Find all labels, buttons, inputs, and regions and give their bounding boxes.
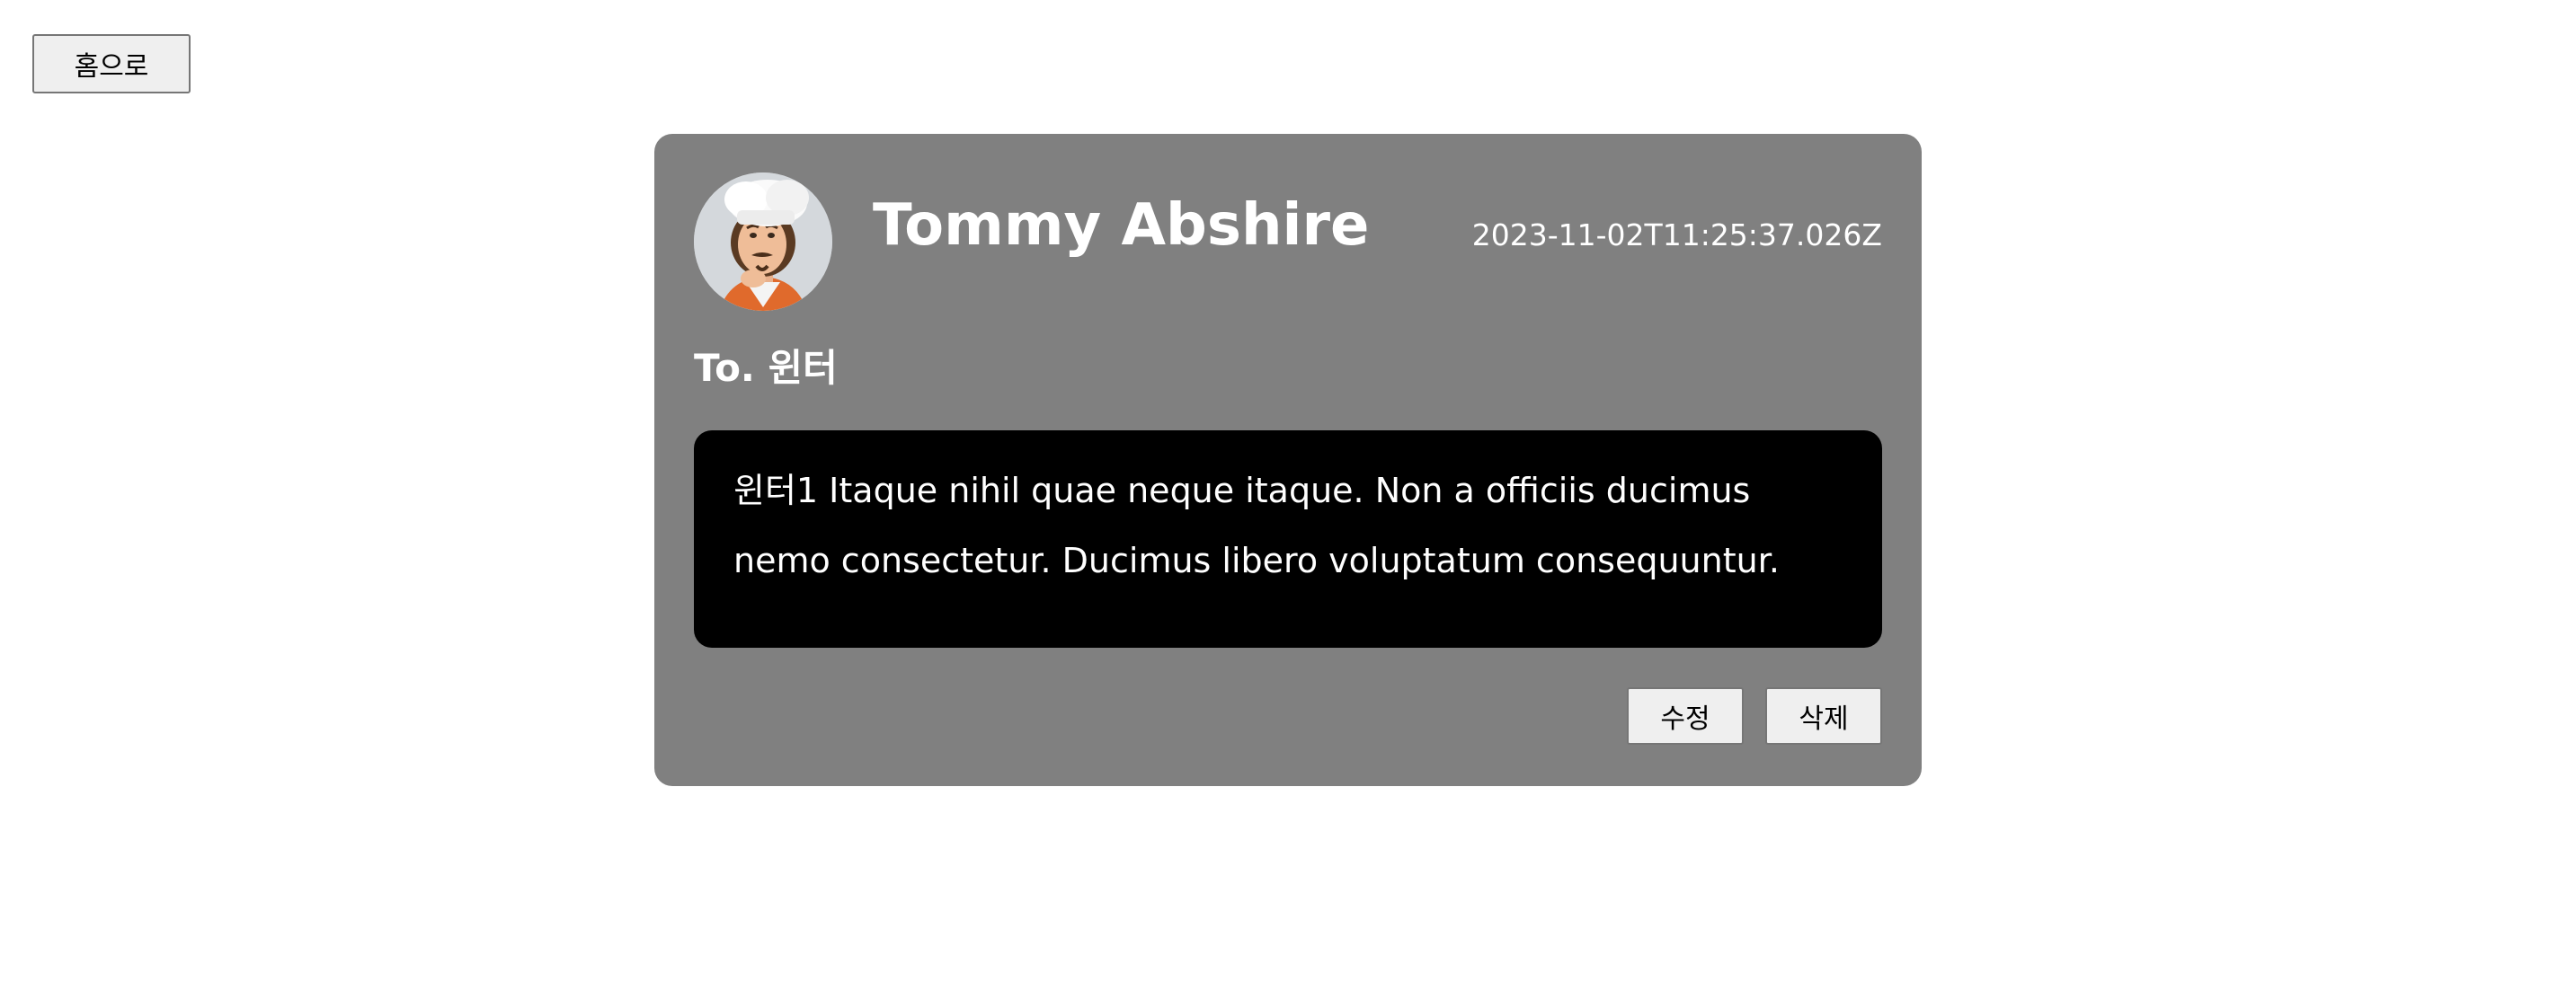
- page: 홈으로 Tommy Abshire 2023-11-02T11:25:37.02…: [0, 0, 2576, 1008]
- home-button[interactable]: 홈으로: [32, 34, 191, 93]
- avatar: [694, 172, 832, 311]
- edit-button[interactable]: 수정: [1627, 687, 1744, 745]
- recipient-label: To. 윈터: [694, 346, 838, 390]
- delete-button[interactable]: 삭제: [1765, 687, 1882, 745]
- message-text: 윈터1 Itaque nihil quae neque itaque. Non …: [733, 471, 1780, 580]
- message-box: 윈터1 Itaque nihil quae neque itaque. Non …: [694, 430, 1882, 648]
- post-actions: 수정 삭제: [1627, 687, 1882, 745]
- author-name: Tommy Abshire: [873, 192, 1370, 259]
- post-card: Tommy Abshire 2023-11-02T11:25:37.026Z T…: [654, 134, 1922, 786]
- chef-avatar-icon: [694, 172, 832, 311]
- created-at-timestamp: 2023-11-02T11:25:37.026Z: [1471, 217, 1882, 252]
